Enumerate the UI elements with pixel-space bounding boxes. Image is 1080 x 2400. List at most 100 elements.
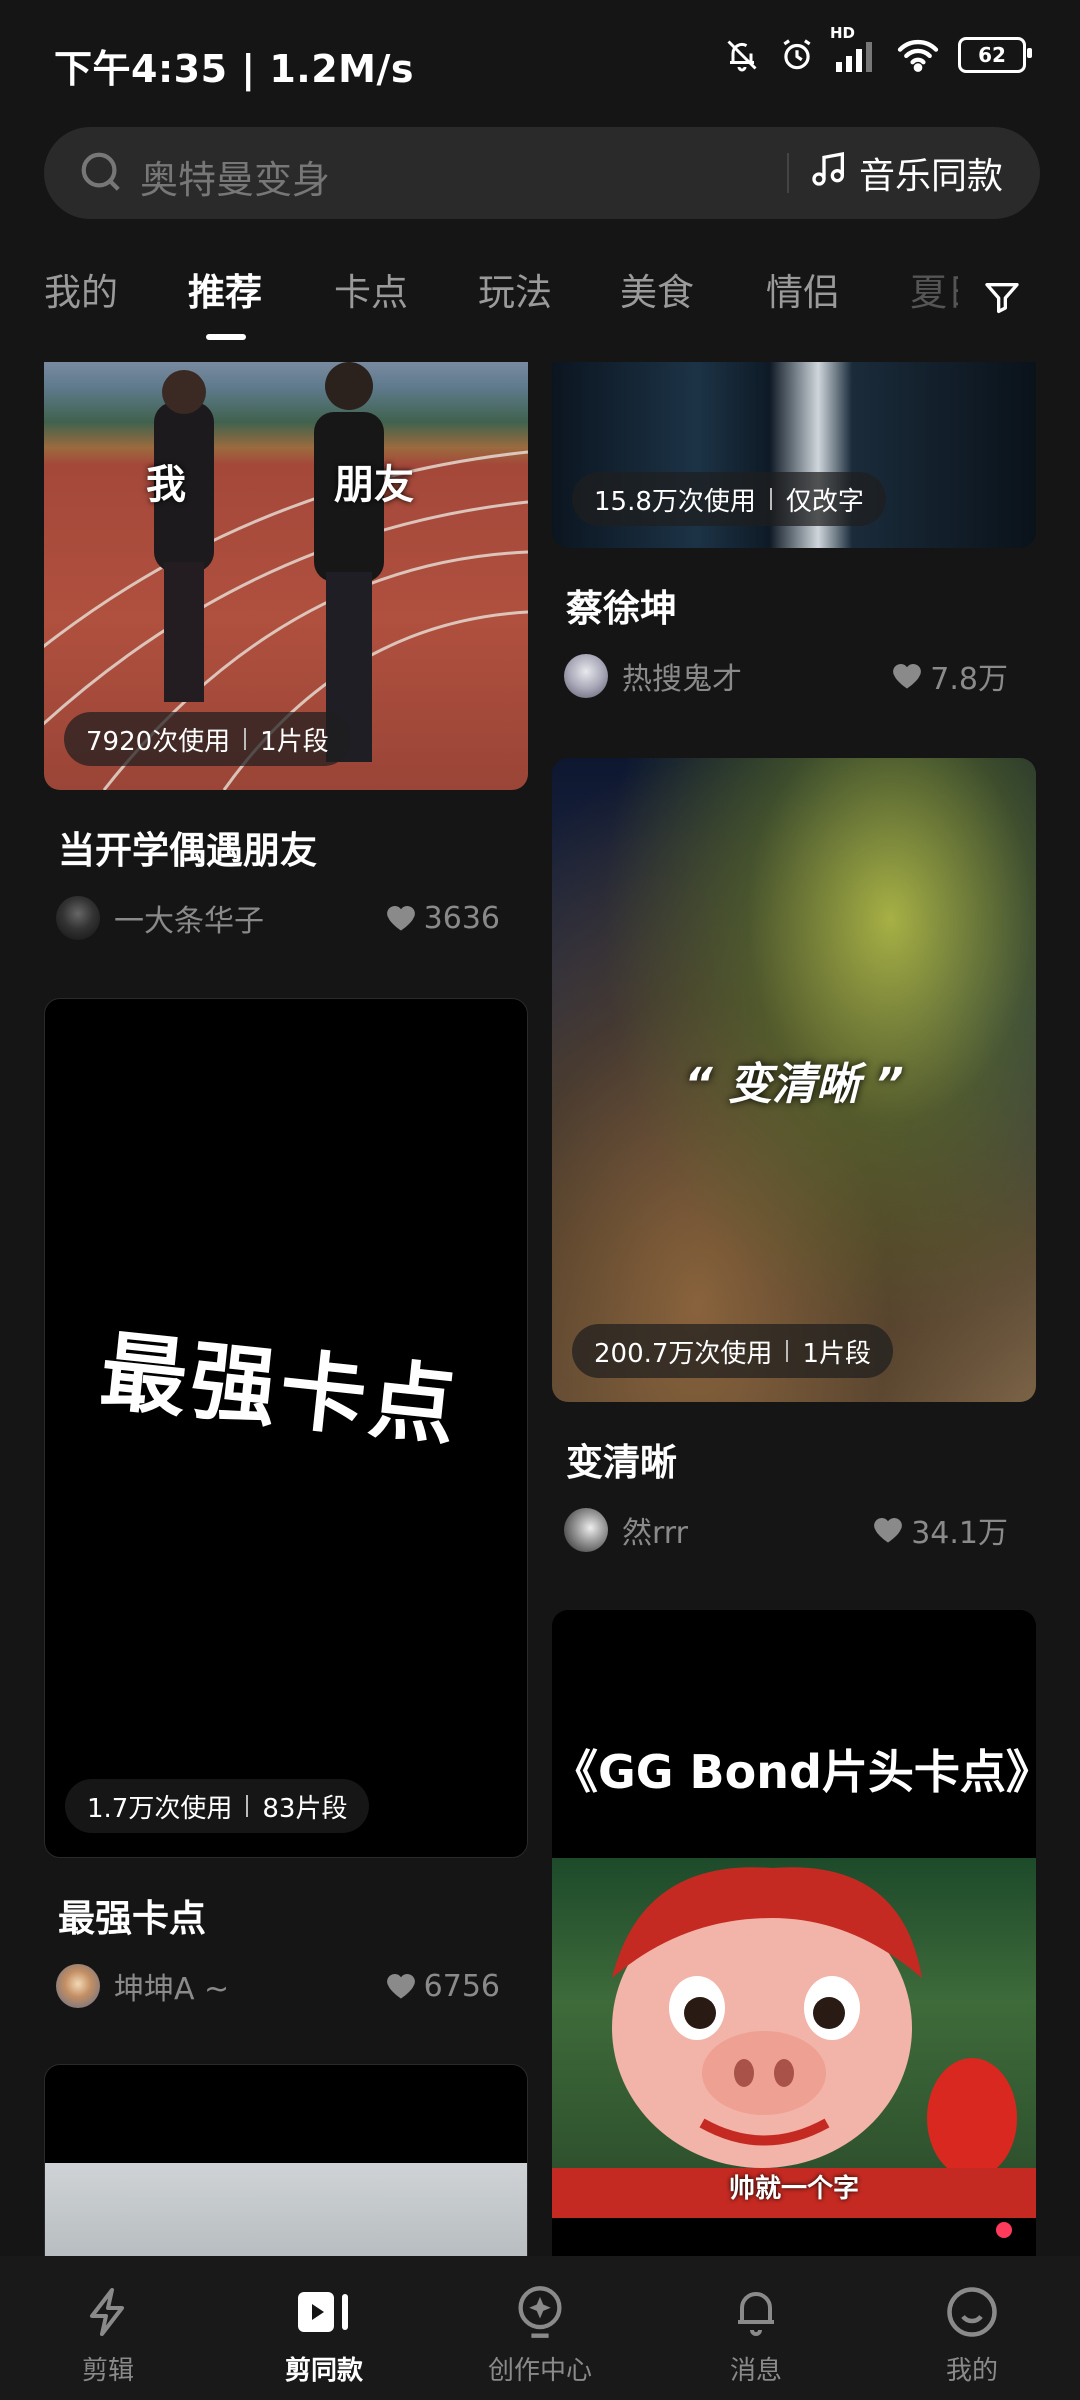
nav-label: 剪辑	[81, 2356, 134, 2386]
usage-badge: 200.7万次使用 1片段	[572, 1324, 893, 1378]
search-icon	[78, 149, 124, 199]
nav-label: 创作中心	[487, 2356, 592, 2386]
likes[interactable]: 3636	[386, 901, 500, 936]
likes[interactable]: 7.8万	[892, 654, 1008, 698]
author[interactable]: 热搜鬼才	[564, 654, 742, 698]
smile-icon	[892, 2282, 1052, 2342]
template-card[interactable]	[44, 2064, 528, 2256]
like-count: 34.1万	[911, 1516, 1008, 1551]
alarm-icon	[778, 36, 816, 74]
nav-creator-center[interactable]: 创作中心	[460, 2282, 620, 2387]
nav-edit[interactable]: 剪辑	[28, 2282, 188, 2387]
music-match-label: 音乐同款	[859, 156, 1004, 197]
music-match-button[interactable]: 音乐同款	[809, 147, 1003, 199]
overlay-text: 最强卡点	[95, 1321, 465, 1459]
tab-food[interactable]: 美食	[620, 262, 694, 316]
usage-badge: 1.7万次使用 83片段	[65, 1779, 370, 1833]
template-card[interactable]: 最强卡点 1.7万次使用 83片段 最强卡点 坤坤A ~ 6756	[44, 998, 528, 2008]
author[interactable]: 坤坤A ~	[56, 1964, 229, 2008]
active-tab-indicator	[206, 334, 246, 340]
thumbnail-image	[45, 2163, 527, 2256]
badge-separator	[769, 488, 772, 510]
nav-templates[interactable]: 剪同款	[244, 2282, 404, 2387]
notification-dot	[996, 2222, 1012, 2238]
badge-separator	[244, 728, 247, 750]
usage-badge: 15.8万次使用 仅改字	[572, 472, 886, 526]
tab-recommended[interactable]: 推荐	[188, 262, 262, 316]
edit-tag: 仅改字	[785, 486, 864, 517]
tab-beat-sync[interactable]: 卡点	[334, 262, 408, 316]
overlay-text: “ 变清晰 ”	[684, 1059, 904, 1110]
usage-count: 200.7万次使用	[594, 1338, 773, 1369]
usage-count: 7920次使用	[86, 726, 231, 757]
heart-icon	[893, 663, 922, 689]
status-time: 下午4:35 | 1.2M/s	[54, 47, 414, 91]
like-count: 3636	[423, 900, 500, 936]
thumbnail	[44, 2064, 528, 2256]
heart-icon	[386, 905, 415, 931]
filter-icon[interactable]	[982, 278, 1022, 322]
usage-count: 15.8万次使用	[594, 486, 756, 517]
author-name: 坤坤A ~	[114, 1972, 230, 2007]
segment-count: 83片段	[262, 1793, 348, 1824]
badge-separator	[786, 1340, 789, 1362]
like-count: 6756	[423, 1968, 500, 2004]
card-meta: 一大条华子 3636	[44, 896, 528, 940]
thumbnail: 最强卡点 1.7万次使用 83片段	[44, 998, 528, 1858]
wifi-icon	[896, 37, 940, 73]
overlay-text: 朋友	[334, 462, 414, 508]
author-name: 热搜鬼才	[622, 662, 742, 697]
search-bar[interactable]: 奥特曼变身 音乐同款	[44, 127, 1040, 219]
tab-gameplay[interactable]: 玩法	[478, 262, 552, 316]
search-placeholder[interactable]: 奥特曼变身	[140, 149, 330, 204]
signal-icon: HD	[830, 24, 878, 72]
overlay-title: 《GG Bond片头卡点》	[552, 1745, 1036, 1799]
music-note-icon	[809, 149, 849, 198]
likes[interactable]: 6756	[386, 1969, 500, 2004]
author-name: 然rrr	[622, 1516, 688, 1551]
like-count: 7.8万	[930, 662, 1008, 697]
lightning-icon	[28, 2282, 188, 2342]
avatar	[564, 1508, 608, 1552]
template-card[interactable]: 我 朋友 7920次使用 1片段 当开学偶遇朋友 一大条华子 3636	[44, 362, 528, 940]
template-feed: 我 朋友 7920次使用 1片段 当开学偶遇朋友 一大条华子 3636 最强卡点	[0, 362, 1080, 2256]
likes[interactable]: 34.1万	[873, 1508, 1008, 1552]
card-meta: 坤坤A ~ 6756	[44, 1964, 528, 2008]
author-name: 一大条华子	[114, 904, 264, 939]
thumbnail-image: 帅就一个字	[552, 1858, 1036, 2218]
card-meta: 然rrr 34.1万	[552, 1508, 1036, 1552]
template-card[interactable]: 《GG Bond片头卡点》 帅就一个字	[552, 1610, 1036, 2256]
network-type: HD	[830, 24, 856, 42]
pig-character	[552, 1867, 1036, 2218]
avatar	[56, 1964, 100, 2008]
thumbnail: 15.8万次使用 仅改字	[552, 362, 1036, 548]
avatar	[564, 654, 608, 698]
segment-count: 1片段	[260, 726, 329, 757]
segment-count: 1片段	[802, 1338, 871, 1369]
card-title: 变清晰	[566, 1441, 677, 1484]
nav-profile[interactable]: 我的	[892, 2282, 1052, 2387]
card-meta: 热搜鬼才 7.8万	[552, 654, 1036, 698]
nav-label: 我的	[945, 2356, 998, 2386]
author[interactable]: 一大条华子	[56, 896, 264, 940]
template-card[interactable]: “ 变清晰 ” 200.7万次使用 1片段 变清晰 然rrr 34.1万	[552, 758, 1036, 1552]
nav-label: 消息	[729, 2356, 782, 2386]
author[interactable]: 然rrr	[564, 1508, 688, 1552]
template-card[interactable]: 15.8万次使用 仅改字 蔡徐坤 热搜鬼才 7.8万	[552, 362, 1036, 698]
heart-icon	[874, 1517, 903, 1543]
status-bar: 下午4:35 | 1.2M/s HD 62	[0, 0, 1080, 120]
mute-icon	[724, 37, 760, 73]
card-title: 蔡徐坤	[566, 587, 677, 630]
status-icons: HD 62	[724, 24, 1032, 74]
category-tabs: 我的 推荐 卡点 玩法 美食 情侣 夏日	[0, 262, 1080, 332]
tab-summer[interactable]: 夏日	[910, 262, 958, 316]
tab-mine[interactable]: 我的	[44, 262, 118, 316]
nav-label: 剪同款	[284, 2356, 363, 2386]
usage-count: 1.7万次使用	[87, 1793, 233, 1824]
nav-messages[interactable]: 消息	[676, 2282, 836, 2387]
play-template-icon	[244, 2282, 404, 2342]
heart-icon	[386, 1973, 415, 1999]
thumbnail: 我 朋友 7920次使用 1片段	[44, 362, 528, 790]
subtitle-text: 帅就一个字	[728, 2174, 859, 2204]
tab-couple[interactable]: 情侣	[766, 262, 840, 316]
